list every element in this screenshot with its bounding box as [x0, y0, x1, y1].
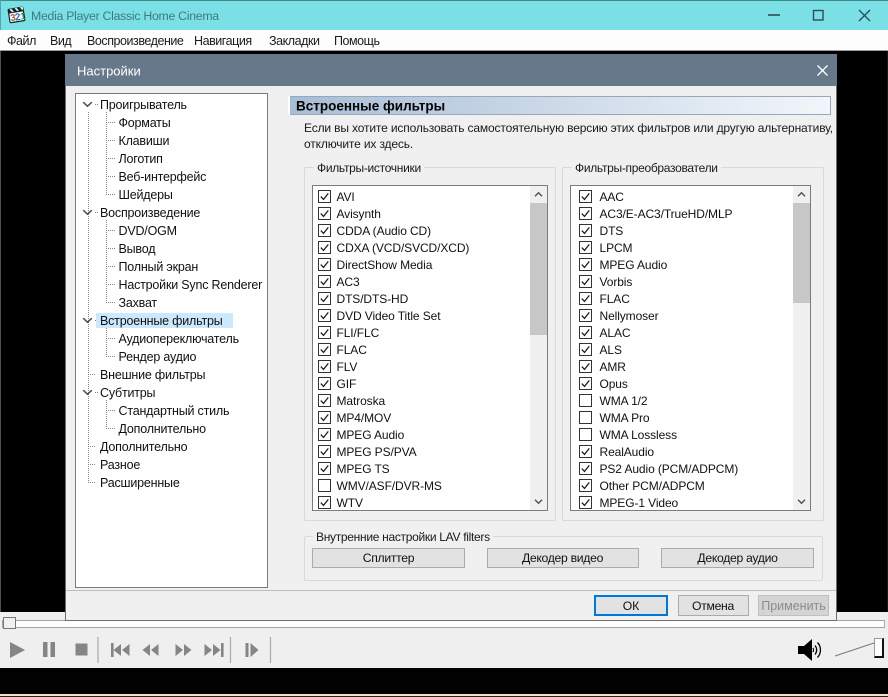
- svg-text:1: 1: [20, 11, 26, 23]
